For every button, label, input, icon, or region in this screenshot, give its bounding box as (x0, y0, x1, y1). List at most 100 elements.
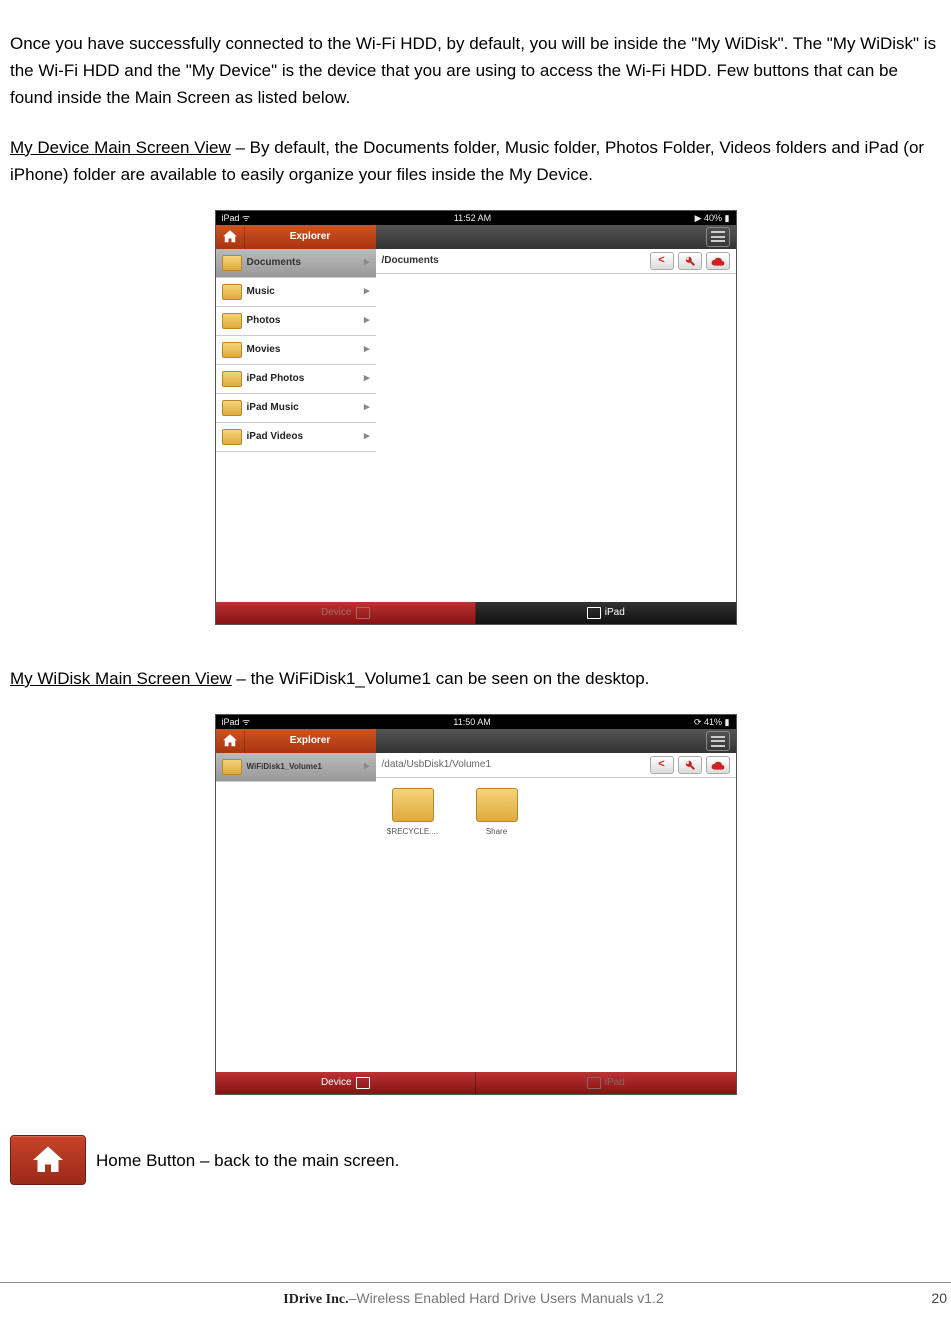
sidebar-item-label: iPad Music (247, 400, 299, 416)
folder-icon (222, 400, 242, 416)
folder-icon (392, 788, 434, 822)
status-right: ⟳ 41% ▮ (694, 715, 730, 729)
footer-text: IDrive Inc.–Wireless Enabled Hard Drive … (40, 1287, 907, 1311)
top-bar: Explorer (216, 729, 736, 753)
status-right: ▶ 40% ▮ (695, 211, 730, 225)
topbar-left: Explorer (216, 729, 376, 753)
status-time: 11:50 AM (250, 715, 694, 729)
sidebar-item-label: iPad Videos (247, 429, 304, 445)
list-view-icon[interactable] (706, 227, 730, 247)
topbar-left: Explorer (216, 225, 376, 249)
sidebar-item-label: Music (247, 284, 275, 300)
tools-button[interactable] (678, 756, 702, 774)
intro-paragraph: Once you have successfully connected to … (10, 30, 941, 112)
screenshot2: iPad ᯤ 11:50 AM ⟳ 41% ▮ Explorer WiFiDis… (215, 714, 737, 1095)
status-bar: iPad ᯤ 11:52 AM ▶ 40% ▮ (216, 211, 736, 225)
share-button[interactable]: < (650, 756, 674, 774)
cloud-button[interactable] (706, 756, 730, 774)
folder-label: $RECYCLE.... (387, 827, 438, 836)
section1-heading: My Device Main Screen View (10, 138, 231, 157)
share-button[interactable]: < (650, 252, 674, 270)
ipad-icon (587, 1077, 601, 1089)
chevron-right-icon: ▸ (364, 758, 370, 776)
explorer-title: Explorer (245, 733, 376, 749)
content-grid: $RECYCLE.... Share (376, 778, 736, 1072)
topbar-right (376, 225, 736, 249)
folder-recycle[interactable]: $RECYCLE.... (386, 788, 440, 839)
home-button[interactable] (216, 225, 245, 249)
folder-icon (222, 429, 242, 445)
path-text: /Documents (382, 253, 439, 269)
sidebar-item-label: iPad Photos (247, 371, 305, 387)
folder-icon (222, 255, 242, 271)
sidebar-item-music[interactable]: Music ▸ (216, 278, 376, 307)
chevron-right-icon: ▸ (364, 283, 370, 301)
home-button[interactable] (216, 729, 245, 753)
folder-icon (222, 759, 242, 775)
sidebar-item-label: Photos (247, 313, 281, 329)
home-button-image (10, 1135, 86, 1185)
chevron-right-icon: ▸ (364, 254, 370, 272)
cloud-icon (711, 255, 725, 267)
status-left: iPad ᯤ (222, 715, 251, 729)
folder-icon (476, 788, 518, 822)
status-bar: iPad ᯤ 11:50 AM ⟳ 41% ▮ (216, 715, 736, 729)
sidebar-item-wifidisk[interactable]: WiFiDisk1_Volume1 ▸ (216, 753, 376, 782)
folder-share[interactable]: Share (470, 788, 524, 839)
section2-desc: – the WiFiDisk1_Volume1 can be seen on t… (232, 669, 650, 688)
folder-icon (222, 342, 242, 358)
bottom-bar: Device iPad (216, 1072, 736, 1094)
device-icon (356, 607, 370, 619)
cloud-icon (711, 759, 725, 771)
content-area: /data/UsbDisk1/Volume1 < $RECYCLE.... Sh… (376, 753, 736, 1072)
sidebar-item-photos[interactable]: Photos ▸ (216, 307, 376, 336)
sidebar-item-movies[interactable]: Movies ▸ (216, 336, 376, 365)
cloud-button[interactable] (706, 252, 730, 270)
path-text: /data/UsbDisk1/Volume1 (382, 757, 492, 773)
sidebar-item-label: WiFiDisk1_Volume1 (247, 761, 322, 774)
home-icon (30, 1142, 66, 1178)
section1-paragraph: My Device Main Screen View – By default,… (10, 134, 941, 188)
home-icon (221, 732, 239, 750)
content-area: /Documents < (376, 249, 736, 602)
path-bar: /data/UsbDisk1/Volume1 < (376, 753, 736, 778)
chevron-right-icon: ▸ (364, 312, 370, 330)
explorer-title: Explorer (245, 229, 376, 245)
device-icon (356, 1077, 370, 1089)
section2-paragraph: My WiDisk Main Screen View – the WiFiDis… (10, 665, 941, 692)
page-number: 20 (907, 1287, 951, 1311)
screenshot1: iPad ᯤ 11:52 AM ▶ 40% ▮ Explorer Documen… (215, 210, 737, 625)
status-time: 11:52 AM (250, 211, 694, 225)
chevron-right-icon: ▸ (364, 428, 370, 446)
tab-ipad[interactable]: iPad (476, 602, 736, 624)
sidebar-item-label: Documents (247, 255, 301, 271)
chevron-right-icon: ▸ (364, 399, 370, 417)
bottom-bar: Device iPad (216, 602, 736, 624)
tools-button[interactable] (678, 252, 702, 270)
status-left: iPad ᯤ (222, 211, 251, 225)
folder-icon (222, 284, 242, 300)
sidebar-item-ipad-photos[interactable]: iPad Photos ▸ (216, 365, 376, 394)
chevron-right-icon: ▸ (364, 370, 370, 388)
list-view-icon[interactable] (706, 731, 730, 751)
section2-heading: My WiDisk Main Screen View (10, 669, 232, 688)
sidebar-item-ipad-music[interactable]: iPad Music ▸ (216, 394, 376, 423)
folder-icon (222, 371, 242, 387)
content-empty (376, 274, 736, 602)
sidebar-item-label: Movies (247, 342, 281, 358)
sidebar-item-documents[interactable]: Documents ▸ (216, 249, 376, 278)
wrench-icon (684, 759, 696, 771)
tab-device[interactable]: Device (216, 1072, 476, 1094)
page-footer: IDrive Inc.–Wireless Enabled Hard Drive … (0, 1282, 951, 1311)
ipad-icon (587, 607, 601, 619)
chevron-right-icon: ▸ (364, 341, 370, 359)
home-button-description: Home Button – back to the main screen. (10, 1135, 941, 1185)
screenshot1-container: iPad ᯤ 11:52 AM ▶ 40% ▮ Explorer Documen… (10, 210, 941, 625)
tab-ipad[interactable]: iPad (476, 1072, 736, 1094)
home-icon (221, 228, 239, 246)
wrench-icon (684, 255, 696, 267)
path-bar: /Documents < (376, 249, 736, 274)
top-bar: Explorer (216, 225, 736, 249)
tab-device[interactable]: Device (216, 602, 476, 624)
sidebar-item-ipad-videos[interactable]: iPad Videos ▸ (216, 423, 376, 452)
